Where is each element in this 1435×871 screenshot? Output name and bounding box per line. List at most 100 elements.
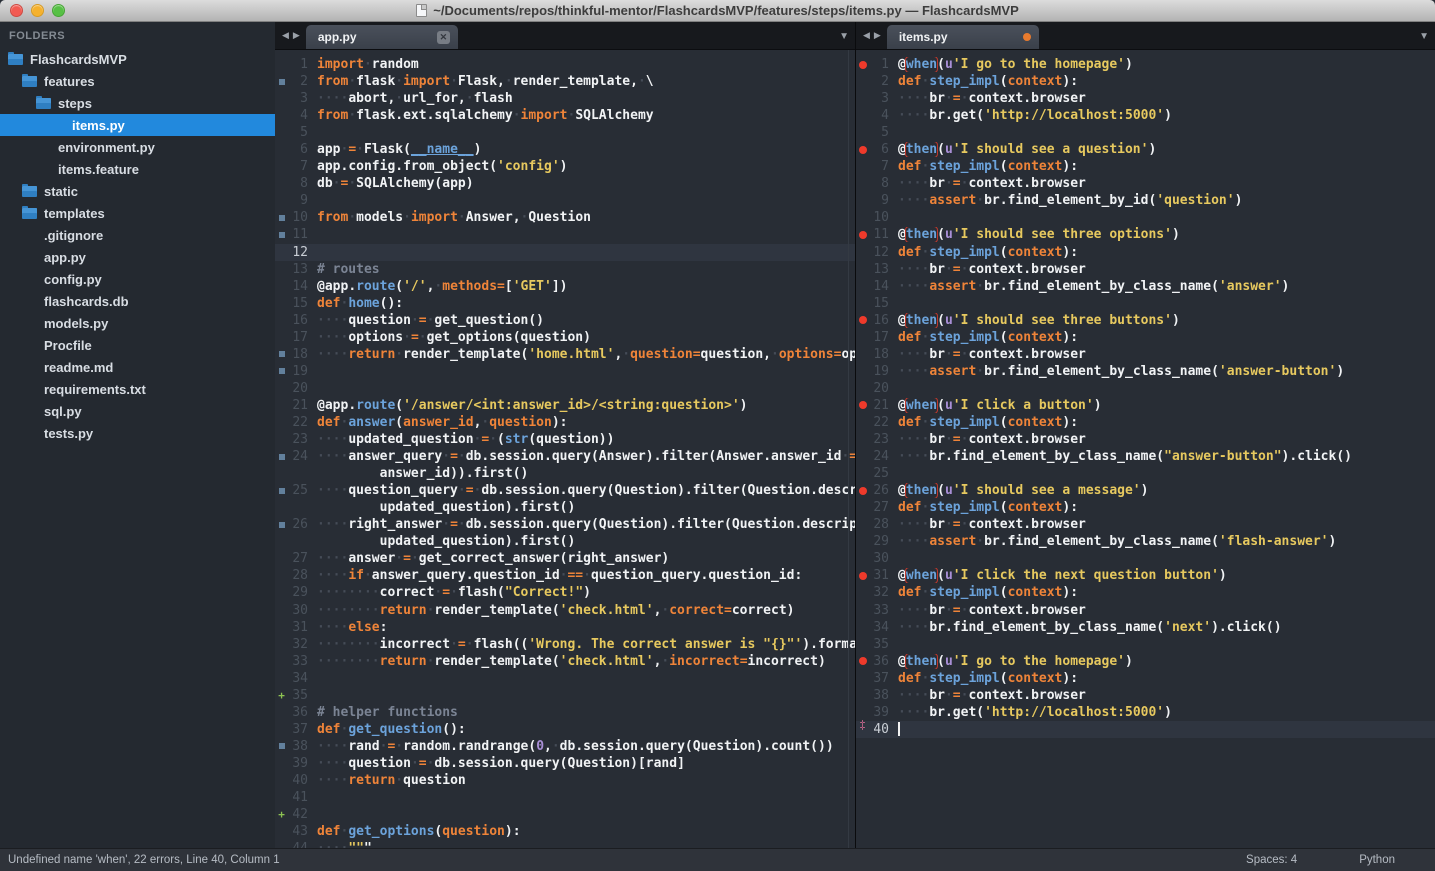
code-line[interactable]: 14····assert·br.find_element_by_class_na… xyxy=(856,278,1435,295)
code-line[interactable]: 39····br.get('http://localhost:5000') xyxy=(856,704,1435,721)
code-line[interactable]: 7app.config.from_object('config') xyxy=(275,158,855,175)
code-line[interactable]: 11 xyxy=(275,226,855,243)
code-line[interactable]: 21@when(u'I click a button') xyxy=(856,397,1435,414)
code-line[interactable]: 31@when(u'I click the next question butt… xyxy=(856,567,1435,584)
code-line[interactable]: 35 xyxy=(856,636,1435,653)
code-line[interactable]: 25····question_query·=·db.session.query(… xyxy=(275,482,855,499)
code-view-right[interactable]: 1@when(u'I go to the homepage')2def·step… xyxy=(856,50,1435,848)
code-line[interactable]: 25 xyxy=(856,465,1435,482)
sidebar-item-steps[interactable]: steps xyxy=(0,92,275,114)
code-line[interactable]: 19 xyxy=(275,363,855,380)
tab-items-py[interactable]: items.py xyxy=(887,25,1039,49)
code-line[interactable]: 32def·step_impl(context): xyxy=(856,584,1435,601)
code-line[interactable]: 18····return·render_template('home.html'… xyxy=(275,346,855,363)
code-line[interactable]: 16@then(u'I should see three buttons') xyxy=(856,312,1435,329)
code-line[interactable]: 9····assert·br.find_element_by_id('quest… xyxy=(856,192,1435,209)
code-line[interactable]: 10 xyxy=(856,209,1435,226)
close-window-button[interactable] xyxy=(10,4,23,17)
code-line[interactable]: 1@when(u'I go to the homepage') xyxy=(856,56,1435,73)
code-line[interactable]: 36@then(u'I go to the homepage') xyxy=(856,653,1435,670)
sidebar-item-features[interactable]: features xyxy=(0,70,275,92)
syntax-selector[interactable]: Python xyxy=(1359,854,1395,866)
code-line[interactable]: 24····br.find_element_by_class_name("ans… xyxy=(856,448,1435,465)
sidebar-item-config-py[interactable]: config.py xyxy=(0,268,275,290)
sidebar-item--gitignore[interactable]: .gitignore xyxy=(0,224,275,246)
indent-setting[interactable]: Spaces: 4 xyxy=(1246,854,1297,866)
code-line[interactable]: 20 xyxy=(856,380,1435,397)
next-tab-icon[interactable]: ▶ xyxy=(874,30,881,41)
code-line[interactable]: 13# routes xyxy=(275,261,855,278)
code-line[interactable]: 33········return·render_template('check.… xyxy=(275,653,855,670)
code-line[interactable]: updated_question).first() xyxy=(275,499,855,516)
code-line[interactable]: 28····if·answer_query.question_id·==·que… xyxy=(275,567,855,584)
code-line[interactable]: 3····br·=·context.browser xyxy=(856,90,1435,107)
code-line[interactable]: 20 xyxy=(275,380,855,397)
sidebar-item-requirements-txt[interactable]: requirements.txt xyxy=(0,378,275,400)
code-line[interactable]: 8db·=·SQLAlchemy(app) xyxy=(275,175,855,192)
code-line[interactable]: 34····br.find_element_by_class_name('nex… xyxy=(856,619,1435,636)
code-line[interactable]: 32········incorrect·=·flash(('Wrong. The… xyxy=(275,636,855,653)
code-line[interactable]: 13····br·=·context.browser xyxy=(856,261,1435,278)
code-line[interactable]: 17····options·=·get_options(question) xyxy=(275,329,855,346)
code-line[interactable]: 2def·step_impl(context): xyxy=(856,73,1435,90)
prev-tab-icon[interactable]: ◀ xyxy=(282,30,289,41)
code-line[interactable]: 16····question·=·get_question() xyxy=(275,312,855,329)
code-line[interactable]: 3····abort,·url_for,·flash xyxy=(275,90,855,107)
code-line[interactable]: 5 xyxy=(275,124,855,141)
code-line[interactable]: 1import·random xyxy=(275,56,855,73)
code-line[interactable]: 6@then(u'I should see a question') xyxy=(856,141,1435,158)
code-line[interactable]: 6app·=·Flask(__name__) xyxy=(275,141,855,158)
sidebar-item-environment-py[interactable]: environment.py xyxy=(0,136,275,158)
code-line[interactable]: 37def·step_impl(context): xyxy=(856,670,1435,687)
code-line[interactable]: 19····assert·br.find_element_by_class_na… xyxy=(856,363,1435,380)
close-tab-icon[interactable]: ✕ xyxy=(437,31,450,44)
prev-tab-icon[interactable]: ◀ xyxy=(863,30,870,41)
code-view-left[interactable]: 1import·random2from·flask·import·Flask,·… xyxy=(275,50,855,848)
code-line[interactable]: 37def·get_question(): xyxy=(275,721,855,738)
code-line[interactable]: 38····rand·=·random.randrange(0,·db.sess… xyxy=(275,738,855,755)
minimize-window-button[interactable] xyxy=(31,4,44,17)
code-line[interactable]: 34 xyxy=(275,670,855,687)
code-line[interactable]: 27····answer·=·get_correct_answer(right_… xyxy=(275,550,855,567)
code-line[interactable]: 26····right_answer·=·db.session.query(Qu… xyxy=(275,516,855,533)
code-line[interactable]: 18····br·=·context.browser xyxy=(856,346,1435,363)
code-line[interactable]: 22def·answer(answer_id,·question): xyxy=(275,414,855,431)
code-line[interactable]: 30 xyxy=(856,550,1435,567)
code-line[interactable]: 30········return·render_template('check.… xyxy=(275,602,855,619)
code-line[interactable]: answer_id)).first() xyxy=(275,465,855,482)
code-line[interactable]: 26@then(u'I should see a message') xyxy=(856,482,1435,499)
sidebar-item-app-py[interactable]: app.py xyxy=(0,246,275,268)
code-line[interactable]: 9 xyxy=(275,192,855,209)
code-line[interactable]: 11@then(u'I should see three options') xyxy=(856,226,1435,243)
code-line[interactable]: 28····br·=·context.browser xyxy=(856,516,1435,533)
sidebar-item-flashcards-db[interactable]: flashcards.db xyxy=(0,290,275,312)
code-line[interactable]: 12def·step_impl(context): xyxy=(856,244,1435,261)
code-line[interactable]: 7def·step_impl(context): xyxy=(856,158,1435,175)
code-line[interactable]: updated_question).first() xyxy=(275,533,855,550)
code-line[interactable]: 40····return·question xyxy=(275,772,855,789)
code-line[interactable]: 22def·step_impl(context): xyxy=(856,414,1435,431)
code-line[interactable]: 43def·get_options(question): xyxy=(275,823,855,840)
code-line[interactable]: 12 xyxy=(275,244,855,261)
code-line[interactable]: 15def·home(): xyxy=(275,295,855,312)
code-line[interactable]: 36# helper functions xyxy=(275,704,855,721)
sidebar-item-procfile[interactable]: Procfile xyxy=(0,334,275,356)
code-line[interactable]: 24····answer_query·=·db.session.query(An… xyxy=(275,448,855,465)
code-line[interactable]: 2from·flask·import·Flask,·render_templat… xyxy=(275,73,855,90)
code-line[interactable]: 4····br.get('http://localhost:5000') xyxy=(856,107,1435,124)
code-line[interactable]: 14@app.route('/',·methods=['GET']) xyxy=(275,278,855,295)
tab-overflow-icon[interactable]: ▼ xyxy=(839,31,849,42)
code-line[interactable]: 41 xyxy=(275,789,855,806)
tab-overflow-icon[interactable]: ▼ xyxy=(1419,31,1429,42)
next-tab-icon[interactable]: ▶ xyxy=(293,30,300,41)
sidebar-item-flashcardsmvp[interactable]: FlashcardsMVP xyxy=(0,48,275,70)
code-line[interactable]: +42 xyxy=(275,806,855,823)
code-line[interactable]: 15 xyxy=(856,295,1435,312)
code-line[interactable]: 44····""" xyxy=(275,840,855,848)
code-line[interactable]: 10from·models·import·Answer,·Question xyxy=(275,209,855,226)
zoom-window-button[interactable] xyxy=(52,4,65,17)
code-line[interactable]: 29········correct·=·flash("Correct!") xyxy=(275,584,855,601)
code-line[interactable]: 33····br·=·context.browser xyxy=(856,602,1435,619)
tab-app-py[interactable]: app.py ✕ xyxy=(306,25,458,49)
code-line[interactable]: 8····br·=·context.browser xyxy=(856,175,1435,192)
